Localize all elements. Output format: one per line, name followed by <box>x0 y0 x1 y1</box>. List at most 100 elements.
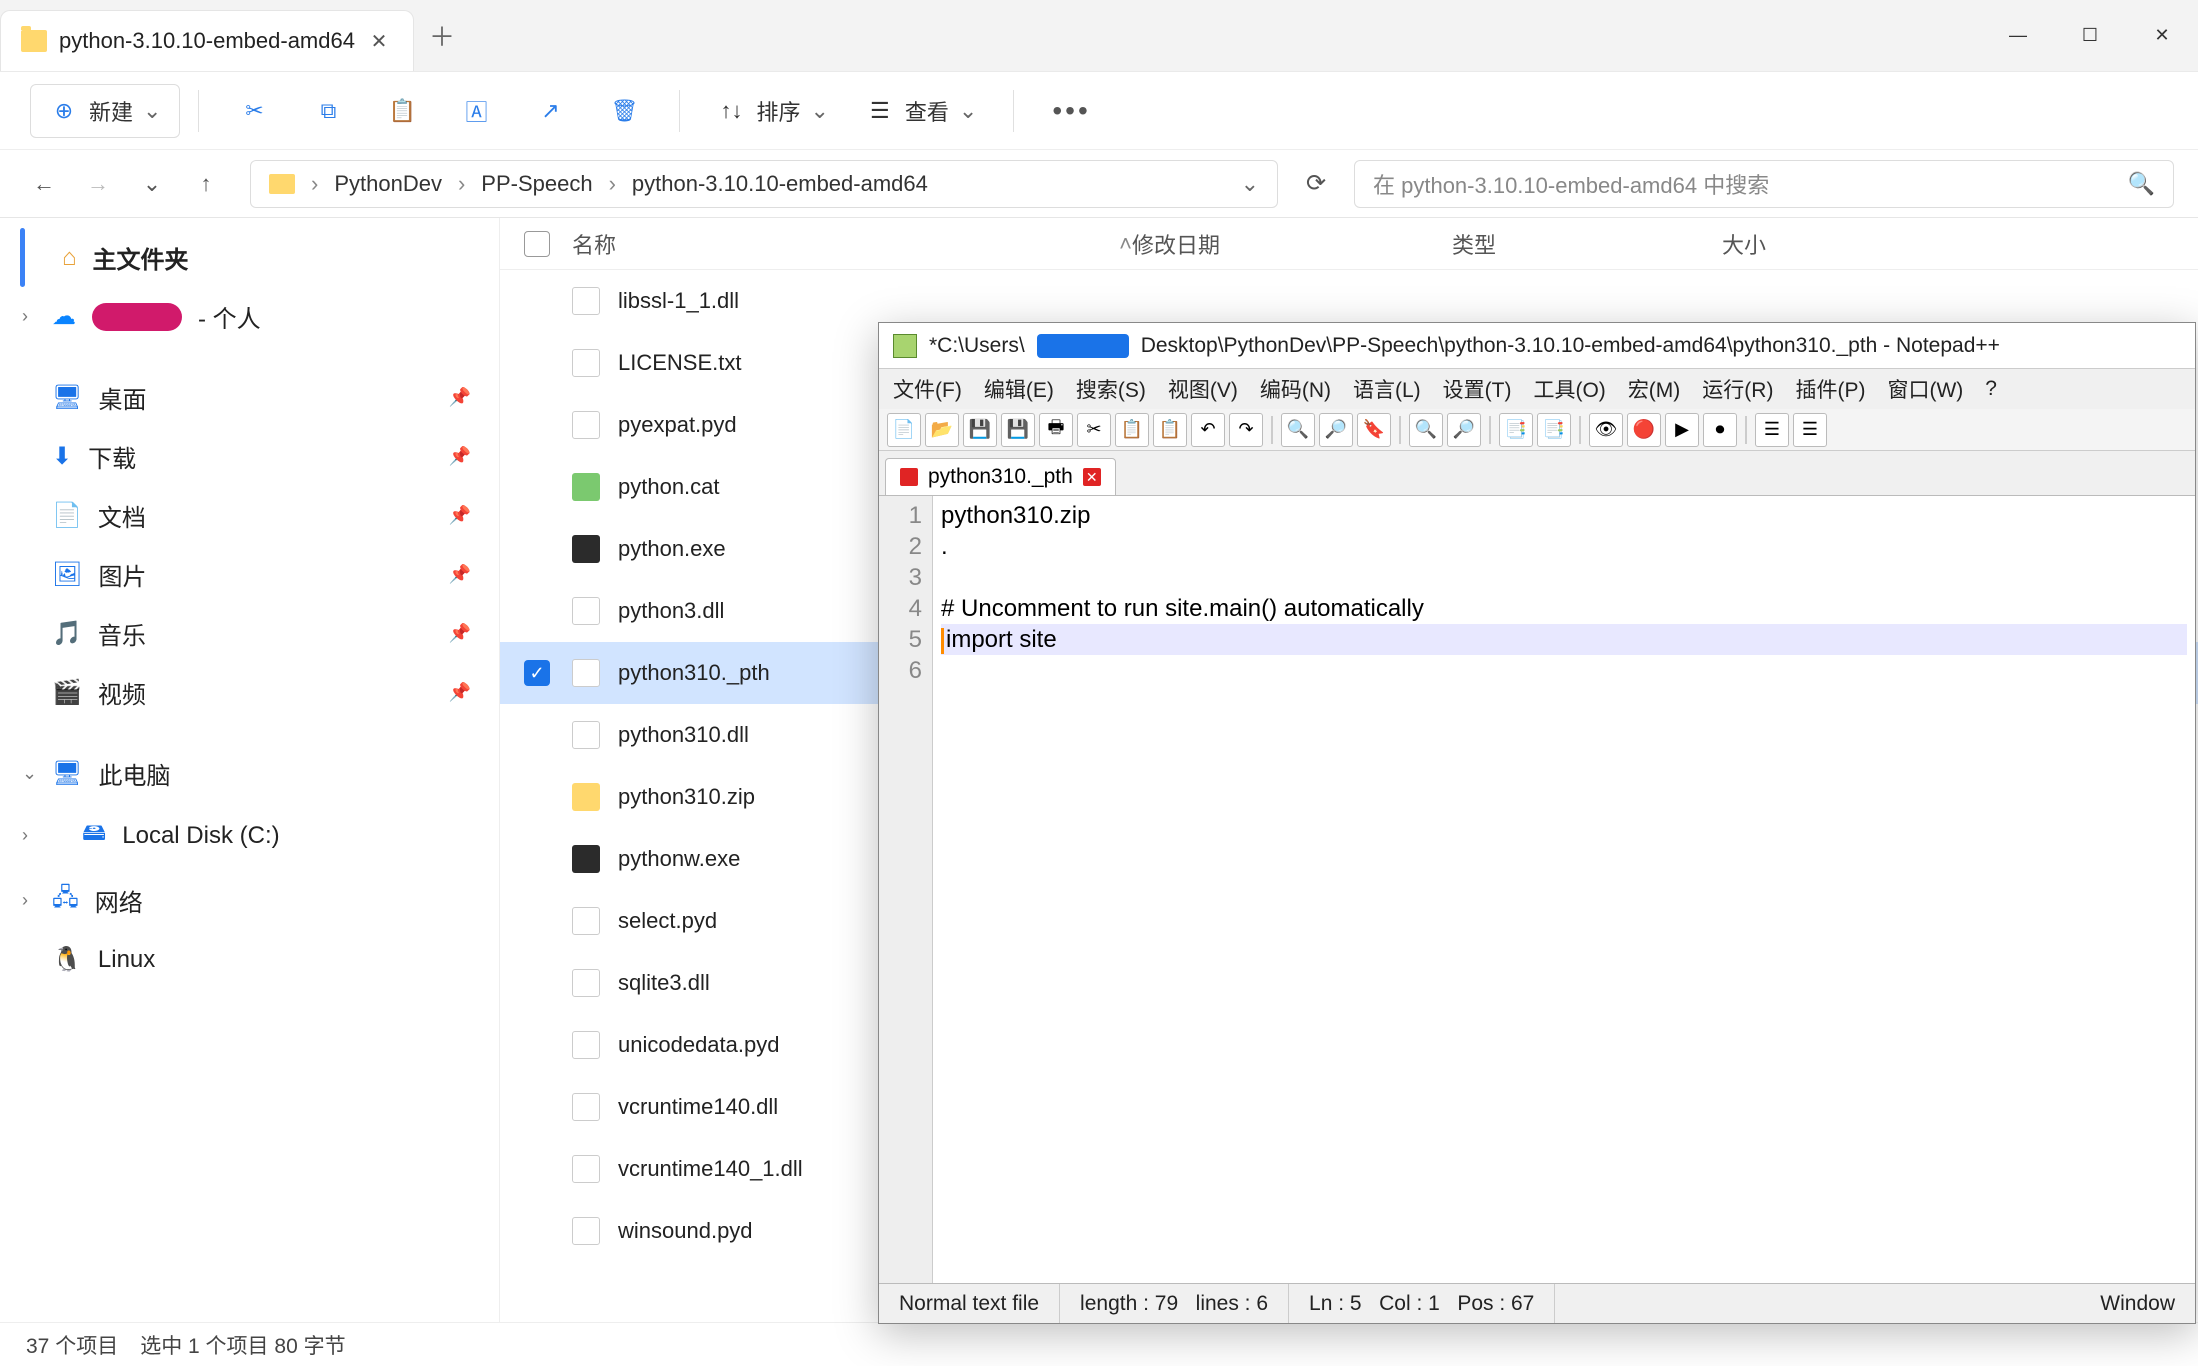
pin-icon[interactable]: 📌 <box>449 505 471 526</box>
toolbar-button[interactable]: 💾 <box>963 413 997 447</box>
sidebar-thispc[interactable]: ⌄ 🖥 此电脑 <box>12 744 487 803</box>
menu-item[interactable]: 编码(N) <box>1260 374 1331 404</box>
menu-item[interactable]: 视图(V) <box>1168 374 1238 404</box>
toolbar-button[interactable]: 📑 <box>1537 413 1571 447</box>
column-header-name[interactable]: 名称˄ <box>572 228 1132 260</box>
menu-item[interactable]: 设置(T) <box>1443 374 1512 404</box>
row-checkbox[interactable] <box>524 474 550 500</box>
pin-icon[interactable]: 📌 <box>449 623 471 644</box>
chevron-right-icon[interactable]: › <box>22 306 28 327</box>
rename-button[interactable]: 🄰 <box>439 86 513 136</box>
row-checkbox[interactable] <box>524 784 550 810</box>
sidebar-quick-music[interactable]: 🎵音乐📌 <box>12 604 487 663</box>
toolbar-button[interactable]: 🔍 <box>1409 413 1443 447</box>
breadcrumb-segment[interactable]: PP-Speech <box>481 171 592 197</box>
toolbar-button[interactable]: ↶ <box>1191 413 1225 447</box>
menu-item[interactable]: ? <box>1985 377 1997 401</box>
breadcrumb-segment[interactable]: PythonDev <box>334 171 442 197</box>
pin-icon[interactable]: 📌 <box>449 446 471 467</box>
chevron-down-icon[interactable]: ⌄ <box>22 763 37 784</box>
view-button[interactable]: ☰ 查看 ⌄ <box>847 85 995 137</box>
row-checkbox[interactable] <box>524 846 550 872</box>
toolbar-button[interactable]: 🔖 <box>1357 413 1391 447</box>
row-checkbox[interactable] <box>524 1032 550 1058</box>
select-all-checkbox[interactable] <box>524 231 550 257</box>
forward-button[interactable]: → <box>78 164 118 204</box>
copy-button[interactable]: ⧉ <box>291 86 365 136</box>
toolbar-button[interactable]: 📑 <box>1499 413 1533 447</box>
refresh-button[interactable]: ⟳ <box>1292 160 1340 208</box>
toolbar-button[interactable]: ⏺ <box>1703 413 1737 447</box>
maximize-button[interactable]: ☐ <box>2054 0 2126 71</box>
column-header-size[interactable]: 大小 <box>1722 228 1922 260</box>
editor-line[interactable] <box>941 655 2187 686</box>
row-checkbox[interactable] <box>524 1156 550 1182</box>
menu-item[interactable]: 文件(F) <box>893 374 962 404</box>
row-checkbox[interactable] <box>524 412 550 438</box>
toolbar-button[interactable]: 👁 <box>1589 413 1623 447</box>
toolbar-button[interactable]: ☰ <box>1755 413 1789 447</box>
editor-line[interactable]: . <box>941 531 2187 562</box>
sidebar-quick-video[interactable]: 🎬视频📌 <box>12 663 487 722</box>
menu-item[interactable]: 插件(P) <box>1795 374 1865 404</box>
toolbar-button[interactable]: 🔴 <box>1627 413 1661 447</box>
row-checkbox[interactable] <box>524 598 550 624</box>
toolbar-button[interactable]: 🔍 <box>1281 413 1315 447</box>
sidebar-quick-document[interactable]: 📄文档📌 <box>12 486 487 545</box>
npp-editor[interactable]: 123456 python310.zip.# Uncomment to run … <box>879 495 2195 1283</box>
column-header-date[interactable]: 修改日期 <box>1132 228 1452 260</box>
menu-item[interactable]: 运行(R) <box>1702 374 1773 404</box>
pin-icon[interactable]: 📌 <box>449 564 471 585</box>
explorer-tab[interactable]: python-3.10.10-embed-amd64 ✕ <box>0 10 414 71</box>
npp-titlebar[interactable]: *C:\Users\Desktop\PythonDev\PP-Speech\py… <box>879 323 2195 369</box>
row-checkbox[interactable] <box>524 1218 550 1244</box>
search-input[interactable]: 在 python-3.10.10-embed-amd64 中搜索 🔍 <box>1354 160 2174 208</box>
menu-item[interactable]: 编辑(E) <box>984 374 1054 404</box>
menu-item[interactable]: 搜索(S) <box>1076 374 1146 404</box>
sidebar-quick-picture[interactable]: 🖼图片📌 <box>12 545 487 604</box>
editor-line[interactable] <box>941 562 2187 593</box>
recent-button[interactable]: ⌄ <box>132 164 172 204</box>
row-checkbox[interactable] <box>524 350 550 376</box>
sidebar-home[interactable]: ⌂ 主文件夹 <box>12 228 487 287</box>
row-checkbox[interactable] <box>524 1094 550 1120</box>
toolbar-button[interactable]: 📂 <box>925 413 959 447</box>
sort-button[interactable]: ↑↓ 排序 ⌄ <box>698 85 846 137</box>
share-button[interactable]: ↗ <box>513 86 587 136</box>
toolbar-button[interactable]: 🔎 <box>1447 413 1481 447</box>
up-button[interactable]: ↑ <box>186 164 226 204</box>
breadcrumb[interactable]: › PythonDev › PP-Speech › python-3.10.10… <box>250 160 1278 208</box>
paste-button[interactable]: 📋 <box>365 86 439 136</box>
close-tab-icon[interactable]: ✕ <box>367 29 391 53</box>
editor-line[interactable]: # Uncomment to run site.main() automatic… <box>941 593 2187 624</box>
pin-icon[interactable]: 📌 <box>449 682 471 703</box>
toolbar-button[interactable]: 🖶 <box>1039 413 1073 447</box>
delete-button[interactable]: 🗑 <box>587 86 661 136</box>
new-tab-button[interactable]: ＋ <box>414 0 470 71</box>
column-header-type[interactable]: 类型 <box>1452 228 1722 260</box>
row-checkbox[interactable] <box>524 908 550 934</box>
sidebar-onedrive[interactable]: › ☁ - 个人 <box>12 287 487 346</box>
editor-line[interactable]: python310.zip <box>941 500 2187 531</box>
menu-item[interactable]: 工具(O) <box>1533 374 1605 404</box>
more-button[interactable]: ••• <box>1032 95 1110 127</box>
sidebar-quick-download[interactable]: ⬇下载📌 <box>12 427 487 486</box>
toolbar-button[interactable]: 📋 <box>1153 413 1187 447</box>
row-checkbox[interactable]: ✓ <box>524 660 550 686</box>
sidebar-linux[interactable]: 🐧 Linux <box>12 933 487 986</box>
row-checkbox[interactable] <box>524 722 550 748</box>
chevron-right-icon[interactable]: › <box>22 825 28 846</box>
toolbar-button[interactable]: ▶ <box>1665 413 1699 447</box>
toolbar-button[interactable]: ↷ <box>1229 413 1263 447</box>
npp-document-tab[interactable]: python310._pth ✕ <box>885 458 1116 495</box>
sidebar-local-disk[interactable]: › 🖴 Local Disk (C:) <box>12 803 487 868</box>
row-checkbox[interactable] <box>524 536 550 562</box>
editor-body[interactable]: python310.zip. # Uncomment to run site.ma… <box>933 496 2195 1283</box>
sidebar-quick-desktop[interactable]: 🖥桌面📌 <box>12 368 487 427</box>
toolbar-button[interactable]: 💾 <box>1001 413 1035 447</box>
minimize-button[interactable]: — <box>1982 0 2054 71</box>
close-tab-icon[interactable]: ✕ <box>1083 468 1101 486</box>
chevron-right-icon[interactable]: › <box>22 890 28 911</box>
breadcrumb-segment[interactable]: python-3.10.10-embed-amd64 <box>632 171 928 197</box>
row-checkbox[interactable] <box>524 970 550 996</box>
